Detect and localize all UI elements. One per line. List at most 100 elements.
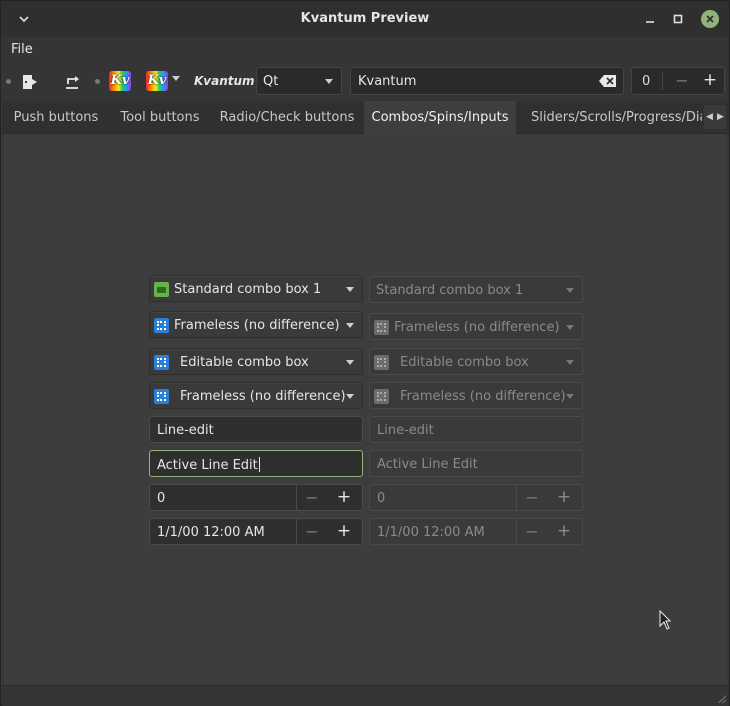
tab-scroll-left-icon[interactable]: ◀ xyxy=(706,112,713,122)
editable-combo-box[interactable]: Editable combo box xyxy=(149,348,363,375)
menu-file[interactable]: File xyxy=(11,42,33,57)
spin-separator xyxy=(296,485,297,511)
kvantum-menu-logo-icon[interactable]: Kv xyxy=(146,71,168,91)
spin-box-disabled: 0 − + xyxy=(369,484,583,511)
tab-scroll-right-icon[interactable]: ▶ xyxy=(717,112,724,122)
spin-box-value: 0 xyxy=(157,491,166,506)
resize-grip-icon[interactable] xyxy=(718,695,726,703)
chevron-down-icon xyxy=(566,325,574,330)
tab-bar: Push buttons Tool buttons Radio/Check bu… xyxy=(2,101,729,134)
kvantum-logo-icon[interactable]: Kv xyxy=(109,71,131,91)
style-combo-value: Qt xyxy=(263,74,279,89)
spin-separator xyxy=(516,519,517,545)
toolbar-separator-dot xyxy=(95,79,100,84)
search-input-value: Kvantum xyxy=(358,74,417,89)
toolbar-spin-increment-button[interactable]: + xyxy=(698,70,722,90)
app-icon xyxy=(154,318,169,333)
combo-label: Frameless (no difference) xyxy=(174,318,340,333)
style-combo[interactable]: Qt xyxy=(256,67,342,95)
spin-separator xyxy=(516,485,517,511)
spin-increment-button: + xyxy=(556,487,572,507)
line-edit-text: Line-edit xyxy=(157,423,214,438)
redo-icon[interactable] xyxy=(61,71,83,93)
standard-combo-box-disabled: Standard combo box 1 xyxy=(369,276,583,303)
line-edit-text: Line-edit xyxy=(377,423,434,438)
combo-label: Editable combo box xyxy=(400,355,529,370)
kvantum-preview-window: Kvantum Preview File Kv Kv Kvantum Qt Kv… xyxy=(0,0,730,706)
chevron-down-icon[interactable] xyxy=(346,360,354,365)
combo-label: Standard combo box 1 xyxy=(174,282,322,297)
active-line-edit-disabled: Active Line Edit xyxy=(369,450,583,477)
app-icon xyxy=(154,355,169,370)
chevron-down-icon xyxy=(346,323,354,328)
chevron-down-icon xyxy=(566,394,574,399)
chevron-down-icon xyxy=(346,287,354,292)
text-caret xyxy=(258,457,260,472)
app-icon xyxy=(374,320,389,335)
tab-radio-check-buttons[interactable]: Radio/Check buttons xyxy=(210,101,364,134)
exit-icon[interactable] xyxy=(19,71,41,93)
toolbar-spin-decrement-button[interactable]: − xyxy=(670,71,694,91)
date-decrement-button[interactable]: − xyxy=(300,522,324,541)
frameless-combo-box-disabled: Frameless (no difference) xyxy=(369,313,583,340)
tab-combos-spins-inputs[interactable]: Combos/Spins/Inputs xyxy=(364,101,516,134)
tab-content-area xyxy=(4,134,727,685)
search-input[interactable]: Kvantum xyxy=(350,67,624,95)
app-icon xyxy=(374,389,389,404)
spin-separator xyxy=(662,72,663,90)
spin-box-value: 0 xyxy=(377,491,386,506)
dropdown-arrow-icon[interactable] xyxy=(172,76,180,81)
chevron-down-icon[interactable] xyxy=(346,394,354,399)
frameless-editable-combo-box-disabled: Frameless (no difference) xyxy=(369,382,583,409)
tab-tool-buttons[interactable]: Tool buttons xyxy=(110,101,210,134)
date-increment-button[interactable]: + xyxy=(332,521,356,541)
active-line-edit[interactable]: Active Line Edit xyxy=(149,450,363,477)
title-bar: Kvantum Preview xyxy=(1,1,729,37)
window-title: Kvantum Preview xyxy=(300,11,430,26)
spin-box[interactable]: 0 − + xyxy=(149,484,363,511)
tab-scroll-buttons[interactable]: ◀ ▶ xyxy=(704,105,726,129)
kvantum-label: Kvantum xyxy=(194,74,255,88)
line-edit[interactable]: Line-edit xyxy=(149,416,363,443)
chevron-down-icon xyxy=(325,79,333,84)
tab-push-buttons[interactable]: Push buttons xyxy=(2,101,110,134)
date-time-edit-disabled: 1/1/00 12:00 AM − + xyxy=(369,518,583,545)
toolbar-spinbox-value: 0 xyxy=(642,74,651,89)
combo-label: Frameless (no difference) xyxy=(400,389,566,404)
spin-increment-button[interactable]: + xyxy=(332,487,356,507)
line-edit-disabled: Line-edit xyxy=(369,416,583,443)
maximize-button[interactable] xyxy=(669,10,687,28)
combo-label[interactable]: Editable combo box xyxy=(180,355,309,370)
app-icon xyxy=(154,389,169,404)
chevron-down-icon xyxy=(566,360,574,365)
active-line-edit-text: Active Line Edit xyxy=(157,457,260,473)
status-bar xyxy=(2,685,729,706)
menu-bar: File xyxy=(1,37,729,63)
date-time-value: 1/1/00 12:00 AM xyxy=(377,525,485,540)
toolbar: Kv Kv Kvantum Qt Kvantum 0 − + xyxy=(1,63,729,101)
toolbar-spinbox[interactable]: 0 − + xyxy=(631,67,725,95)
app-icon xyxy=(374,355,389,370)
tab-sliders-scrolls[interactable]: Sliders/Scrolls/Progress/Dial xyxy=(516,101,702,134)
date-increment-button: + xyxy=(556,521,572,541)
spin-decrement-button: − xyxy=(525,488,539,507)
combo-label[interactable]: Frameless (no difference) xyxy=(180,389,346,404)
close-button[interactable] xyxy=(701,10,719,28)
clear-text-icon[interactable] xyxy=(599,74,617,88)
folder-icon xyxy=(154,282,169,297)
active-line-edit-text: Active Line Edit xyxy=(377,457,478,472)
chevron-down-icon xyxy=(566,288,574,293)
editable-combo-box-disabled: Editable combo box xyxy=(369,348,583,375)
spin-separator xyxy=(296,519,297,545)
spin-decrement-button[interactable]: − xyxy=(300,488,324,507)
toolbar-handle-dot xyxy=(6,79,11,84)
date-time-value: 1/1/00 12:00 AM xyxy=(157,525,265,540)
frameless-combo-box[interactable]: Frameless (no difference) xyxy=(149,311,363,338)
combo-label: Standard combo box 1 xyxy=(376,283,524,298)
minimize-button[interactable] xyxy=(641,10,659,28)
date-time-edit[interactable]: 1/1/00 12:00 AM − + xyxy=(149,518,363,545)
combo-label: Frameless (no difference) xyxy=(394,320,560,335)
date-decrement-button: − xyxy=(525,522,539,541)
standard-combo-box[interactable]: Standard combo box 1 xyxy=(149,275,363,302)
frameless-editable-combo-box[interactable]: Frameless (no difference) xyxy=(149,382,363,409)
